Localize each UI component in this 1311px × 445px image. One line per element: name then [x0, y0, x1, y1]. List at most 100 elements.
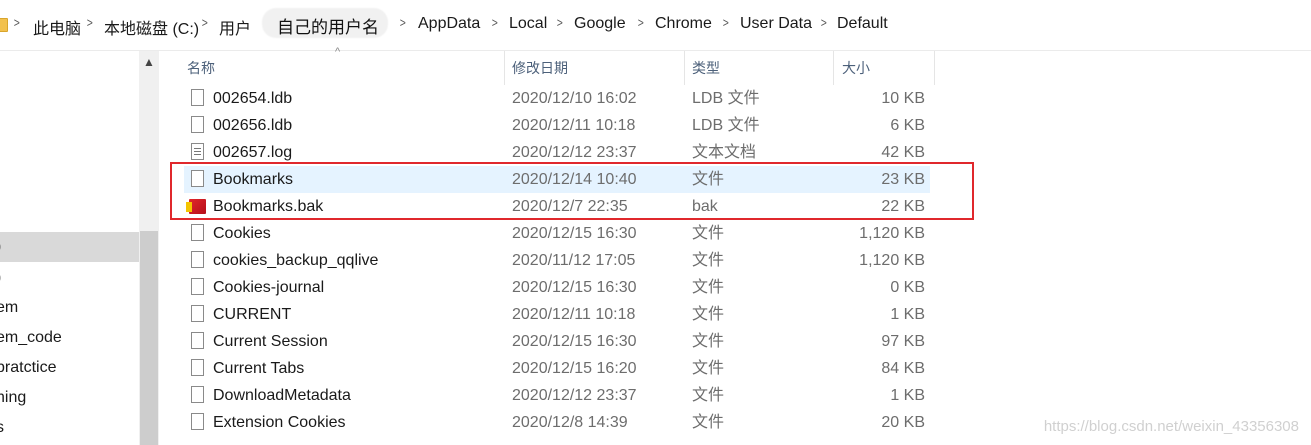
file-icon	[191, 116, 204, 133]
chevron-right-icon[interactable]: >	[723, 15, 729, 30]
breadcrumb-appdata[interactable]: AppData	[418, 15, 480, 33]
file-type: 文件	[692, 252, 725, 269]
file-modified-date: 2020/12/11 10:18	[512, 117, 636, 134]
breadcrumb-local-disk[interactable]: 本地磁盘 (C:)	[104, 15, 199, 39]
file-row[interactable]: 002654.ldb 2020/12/10 16:02 LDB 文件 10 KB	[184, 85, 930, 112]
file-row[interactable]: DownloadMetadata 2020/12/12 23:37 文件 1 KB	[184, 382, 930, 409]
column-divider[interactable]	[684, 51, 685, 85]
chevron-right-icon[interactable]: >	[400, 15, 406, 30]
file-size: 6 KB	[890, 117, 925, 134]
file-size: 10 KB	[881, 90, 925, 107]
chevron-right-icon[interactable]: >	[557, 15, 563, 30]
breadcrumb-username[interactable]: 自己的用户名	[277, 13, 379, 38]
file-size: 97 KB	[881, 333, 925, 350]
breadcrumb-default[interactable]: Default	[837, 15, 888, 33]
nav-item[interactable]: )	[0, 232, 139, 262]
file-name: Extension Cookies	[213, 414, 346, 431]
breadcrumb-users[interactable]: 用户	[219, 15, 251, 39]
column-header-date[interactable]: 修改日期	[512, 51, 568, 85]
column-header-size[interactable]: 大小	[842, 51, 870, 85]
nav-item[interactable]: em_code	[0, 323, 139, 353]
chevron-right-icon[interactable]: >	[821, 15, 827, 30]
nav-scrollbar[interactable]: ▲	[139, 51, 159, 445]
nav-item-label: )	[0, 238, 1, 255]
file-modified-date: 2020/12/12 23:37	[512, 387, 637, 404]
watermark: https://blog.csdn.net/weixin_43356308	[1043, 418, 1299, 435]
breadcrumb-user-data[interactable]: User Data	[740, 15, 812, 33]
nav-item-label: ning	[0, 389, 27, 406]
file-size: 20 KB	[881, 414, 925, 431]
file-type: 文件	[692, 306, 725, 323]
scroll-up-arrow-icon[interactable]: ▲	[139, 51, 159, 73]
file-row[interactable]: Cookies 2020/12/15 16:30 文件 1,120 KB	[184, 220, 930, 247]
file-row[interactable]: Extension Cookies 2020/12/8 14:39 文件 20 KB	[184, 409, 930, 436]
nav-item[interactable]: s	[0, 413, 139, 443]
file-name: 002656.ldb	[213, 117, 293, 134]
breadcrumb-this-pc[interactable]: 此电脑	[33, 15, 81, 39]
folder-icon	[0, 18, 8, 32]
nav-item[interactable]: ning	[0, 383, 139, 413]
file-icon	[191, 305, 204, 322]
file-icon	[191, 386, 204, 403]
file-icon	[191, 251, 204, 268]
column-header-type[interactable]: 类型	[692, 51, 720, 85]
breadcrumb-google[interactable]: Google	[574, 15, 626, 33]
file-row[interactable]: Cookies-journal 2020/12/15 16:30 文件 0 KB	[184, 274, 930, 301]
file-row[interactable]: Current Session 2020/12/15 16:30 文件 97 KB	[184, 328, 930, 355]
nav-item-label: em	[0, 299, 19, 316]
file-size: 84 KB	[881, 360, 925, 377]
column-divider[interactable]	[833, 51, 834, 85]
column-divider[interactable]	[934, 51, 935, 85]
file-row[interactable]: Current Tabs 2020/12/15 16:20 文件 84 KB	[184, 355, 930, 382]
address-bar[interactable]: > 此电脑 > 本地磁盘 (C:) > 用户 自己的用户名 > AppData …	[0, 0, 1311, 51]
file-name: DownloadMetadata	[213, 387, 351, 404]
file-icon	[191, 359, 204, 376]
file-row[interactable]: CURRENT 2020/12/11 10:18 文件 1 KB	[184, 301, 930, 328]
file-type: 文件	[692, 225, 725, 242]
file-icon	[191, 332, 204, 349]
breadcrumb-local[interactable]: Local	[509, 15, 547, 33]
nav-item-label: em_code	[0, 329, 62, 346]
file-icon	[191, 413, 204, 430]
chevron-right-icon[interactable]: >	[638, 15, 644, 30]
file-modified-date: 2020/12/15 16:30	[512, 333, 637, 350]
file-modified-date: 2020/12/8 14:39	[512, 414, 628, 431]
file-icon	[191, 278, 204, 295]
nav-item[interactable]: pratctice	[0, 353, 139, 383]
file-type: LDB 文件	[692, 90, 760, 107]
chevron-right-icon[interactable]: >	[14, 15, 20, 30]
file-size: 1 KB	[890, 387, 925, 404]
file-modified-date: 2020/12/15 16:30	[512, 225, 637, 242]
file-type: 文件	[692, 414, 725, 431]
nav-item[interactable]: em	[0, 293, 139, 323]
file-type: 文件	[692, 279, 725, 296]
file-row[interactable]: 002656.ldb 2020/12/11 10:18 LDB 文件 6 KB	[184, 112, 930, 139]
scroll-thumb[interactable]	[140, 231, 158, 445]
file-size: 1 KB	[890, 306, 925, 323]
file-type: LDB 文件	[692, 117, 760, 134]
file-size: 1,120 KB	[859, 225, 925, 242]
file-name: Current Session	[213, 333, 328, 350]
chevron-right-icon[interactable]: >	[492, 15, 498, 30]
file-row[interactable]: cookies_backup_qqlive 2020/11/12 17:05 文件 1…	[184, 247, 930, 274]
file-name: Cookies-journal	[213, 279, 325, 296]
text-file-icon	[191, 143, 204, 160]
chevron-right-icon[interactable]: >	[87, 15, 93, 30]
file-name: Current Tabs	[213, 360, 305, 377]
column-header-name[interactable]: 名称	[187, 51, 215, 85]
file-size: 1,120 KB	[859, 252, 925, 269]
nav-item[interactable]: )	[0, 263, 139, 293]
file-icon	[191, 89, 204, 106]
file-modified-date: 2020/12/10 16:02	[512, 90, 637, 107]
nav-item-label: )	[0, 269, 1, 286]
navigation-pane[interactable]: ) ) em em_code pratctice ning s	[0, 51, 139, 445]
file-icon	[191, 224, 204, 241]
file-modified-date: 2020/11/12 17:05	[512, 252, 636, 269]
breadcrumb-chrome[interactable]: Chrome	[655, 15, 712, 33]
file-name: cookies_backup_qqlive	[213, 252, 379, 269]
file-name: 002654.ldb	[213, 90, 293, 107]
chevron-right-icon[interactable]: >	[202, 15, 208, 30]
annotation-highlight-box	[170, 162, 974, 220]
column-divider[interactable]	[504, 51, 505, 85]
file-modified-date: 2020/12/15 16:20	[512, 360, 637, 377]
